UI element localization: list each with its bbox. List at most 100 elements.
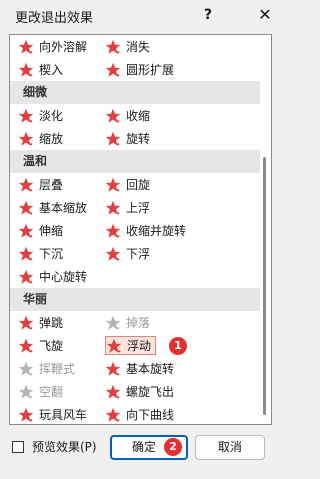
exit-star-icon (18, 407, 34, 423)
effect-label: 弹跳 (39, 316, 64, 330)
scrollbar-thumb[interactable] (263, 157, 266, 415)
exit-star-icon (18, 62, 34, 78)
effect-label: 层叠 (39, 178, 64, 192)
ok-button[interactable]: 确定 2 (110, 435, 188, 460)
preview-effect-label: 预览效果(P) (32, 440, 97, 454)
effect-item[interactable]: 下浮 (105, 244, 154, 263)
vertical-scrollbar[interactable] (263, 39, 267, 420)
effect-label: 螺旋飞出 (126, 385, 175, 399)
effect-row: 中心旋转 (10, 265, 260, 288)
effect-label: 基本旋转 (126, 362, 175, 376)
effect-label: 伸缩 (39, 224, 64, 238)
effect-label: 收缩并旋转 (126, 224, 187, 238)
effect-item[interactable]: 飞旋 (18, 336, 67, 355)
cancel-button[interactable]: 取消 (195, 435, 265, 460)
effect-item[interactable]: 下沉 (18, 244, 67, 263)
effect-label: 向外溶解 (39, 40, 88, 54)
effect-item[interactable]: 中心旋转 (18, 267, 91, 286)
effect-label: 收缩 (126, 109, 151, 123)
exit-star-icon (18, 361, 34, 377)
effect-item[interactable]: 收缩 (105, 106, 154, 125)
effect-item[interactable]: 层叠 (18, 175, 67, 194)
effect-item[interactable]: 旋转 (105, 129, 154, 148)
effect-label: 中心旋转 (39, 270, 88, 284)
effect-item[interactable]: 收缩并旋转 (105, 221, 190, 240)
exit-star-icon (105, 407, 121, 423)
effect-row: 向外溶解 消失 (10, 35, 260, 58)
dialog-title: 更改退出效果 (15, 11, 94, 26)
effect-item[interactable]: 基本缩放 (18, 198, 91, 217)
effect-row: 下沉 下浮 (10, 242, 260, 265)
effect-label: 基本缩放 (39, 201, 88, 215)
exit-star-icon (18, 338, 34, 354)
preview-effect-checkbox-wrap[interactable]: 预览效果(P) (12, 438, 97, 455)
effect-label: 空翻 (39, 385, 64, 399)
effect-label: 挥鞭式 (39, 362, 76, 376)
effect-item[interactable]: 向下曲线 (105, 405, 178, 424)
effect-item[interactable]: 圆形扩展 (105, 60, 178, 79)
effect-row: 楔入 圆形扩展 (10, 58, 260, 81)
exit-star-icon (18, 315, 34, 331)
effect-item[interactable]: 玩具风车 (18, 405, 91, 424)
step-badge: 1 (169, 337, 187, 355)
dialog-footer: 预览效果(P) 确定 2 取消 (0, 430, 281, 479)
effect-label: 玩具风车 (39, 408, 88, 422)
exit-star-icon (105, 39, 121, 55)
effect-item[interactable]: 回旋 (105, 175, 154, 194)
exit-star-icon (18, 246, 34, 262)
effect-item[interactable]: 浮动 1 (105, 336, 187, 355)
effect-label: 旋转 (126, 132, 151, 146)
ok-button-label: 确定 (132, 440, 157, 454)
effect-label: 楔入 (39, 63, 64, 77)
effect-item[interactable]: 楔入 (18, 60, 67, 79)
effect-row: 层叠 回旋 (10, 173, 260, 196)
title-bar: 更改退出效果 ? ✕ (0, 0, 281, 30)
exit-star-icon (18, 39, 34, 55)
effect-item: 挥鞭式 (18, 359, 79, 378)
effect-item: 空翻 (18, 382, 67, 401)
effect-row: 淡化 收缩 (10, 104, 260, 127)
exit-star-icon (105, 223, 121, 239)
effect-item[interactable]: 螺旋飞出 (105, 382, 178, 401)
effect-row: 伸缩 收缩并旋转 (10, 219, 260, 242)
effects-list-content: 向外溶解 消失楔入 圆形扩展细微淡化 收缩缩放 旋转温和层叠 回旋基本缩放 上浮伸缩 收缩并旋… (10, 35, 260, 424)
effect-label: 消失 (126, 40, 151, 54)
effect-item[interactable]: 缩放 (18, 129, 67, 148)
effect-row: 飞旋 浮动 1 (10, 334, 260, 357)
effect-row: 空翻 螺旋飞出 (10, 380, 260, 403)
effect-row: 缩放 旋转 (10, 127, 260, 150)
exit-star-icon (18, 269, 34, 285)
effect-label: 缩放 (39, 132, 64, 146)
category-header: 细微 (10, 81, 260, 104)
exit-star-icon (106, 338, 122, 354)
effect-item[interactable]: 弹跳 (18, 313, 67, 332)
effect-item[interactable]: 伸缩 (18, 221, 67, 240)
close-button[interactable]: ✕ (254, 5, 276, 25)
help-button[interactable]: ? (196, 5, 220, 25)
effect-item[interactable]: 向外溶解 (18, 37, 91, 56)
exit-star-icon (105, 131, 121, 147)
exit-star-icon (105, 62, 121, 78)
effect-item[interactable]: 消失 (105, 37, 154, 56)
effect-label: 飞旋 (39, 339, 64, 353)
effect-label: 上浮 (126, 201, 151, 215)
effect-label: 淡化 (39, 109, 64, 123)
exit-star-icon (105, 246, 121, 262)
effect-label: 下浮 (126, 247, 151, 261)
effect-label: 向下曲线 (126, 408, 175, 422)
category-header: 华丽 (10, 288, 260, 311)
effect-label: 回旋 (126, 178, 151, 192)
effect-item: 掉落 (105, 313, 154, 332)
effects-list[interactable]: 向外溶解 消失楔入 圆形扩展细微淡化 收缩缩放 旋转温和层叠 回旋基本缩放 上浮伸缩 收缩并旋… (9, 34, 272, 425)
effect-row: 弹跳 掉落 (10, 311, 260, 334)
preview-effect-checkbox[interactable] (12, 440, 24, 453)
effect-item[interactable]: 淡化 (18, 106, 67, 125)
effect-item[interactable]: 上浮 (105, 198, 154, 217)
exit-star-icon (18, 177, 34, 193)
exit-star-icon (105, 384, 121, 400)
ok-step-badge: 2 (164, 438, 182, 456)
category-header: 温和 (10, 150, 260, 173)
exit-star-icon (18, 108, 34, 124)
effect-item[interactable]: 基本旋转 (105, 359, 178, 378)
effect-label: 掉落 (126, 316, 151, 330)
